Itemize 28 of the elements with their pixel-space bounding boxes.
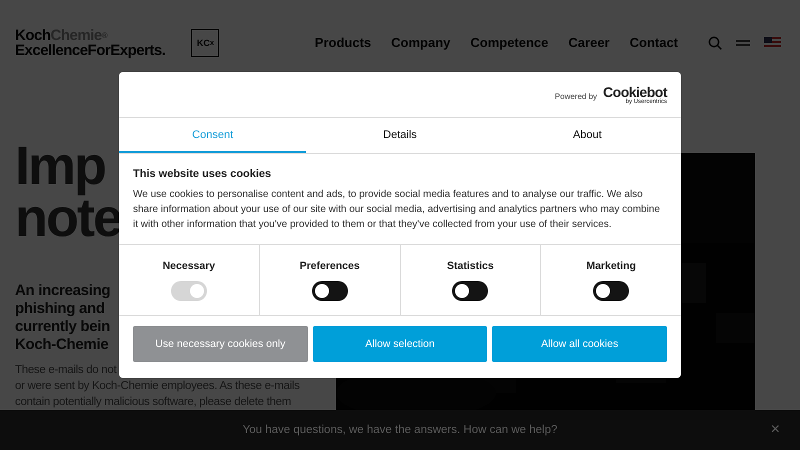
powered-by-label: Powered by bbox=[554, 92, 598, 101]
dialog-tab[interactable]: Details bbox=[306, 118, 494, 153]
nav-link[interactable]: Products bbox=[314, 35, 372, 50]
dialog-text: We use cookies to personalise content and ads, to provide social media features and to analyse our traffic. We also share information about your use of our site with our social media, advertising and analytics partners who may combine it with other information that you've provided to them or that they've collected from your use of their services. bbox=[133, 188, 661, 232]
toggle-switch[interactable] bbox=[452, 280, 488, 300]
close-button[interactable]: × bbox=[764, 420, 786, 440]
page-heading: Imp note bbox=[15, 140, 121, 244]
nav-link[interactable]: Competence bbox=[470, 35, 548, 50]
dialog-tab[interactable]: About bbox=[494, 118, 681, 153]
toggle-switch[interactable] bbox=[593, 280, 630, 300]
category-label: Statistics bbox=[447, 260, 494, 272]
help-bar[interactable]: You have questions, we have the answers. How can we help? × bbox=[0, 410, 800, 450]
dialog-title: This website uses cookies bbox=[133, 168, 272, 180]
dialog-tab[interactable]: Consent bbox=[119, 118, 306, 153]
toggle-switch[interactable] bbox=[312, 280, 348, 300]
category-label: Necessary bbox=[162, 260, 216, 272]
category-label: Marketing bbox=[586, 260, 636, 272]
allow-button[interactable]: Allow all cookies bbox=[492, 326, 668, 362]
category-label: Preferences bbox=[300, 260, 360, 272]
provider-logo: Cookiebot bbox=[603, 84, 667, 98]
nav-link[interactable]: Career bbox=[568, 35, 610, 50]
necessary-only-button[interactable]: Use necessary cookies only bbox=[133, 326, 308, 362]
nav-link[interactable]: Contact bbox=[630, 35, 678, 50]
brand-tagline: ExcellenceForExperts. bbox=[15, 42, 166, 58]
nav-link[interactable]: Company bbox=[391, 35, 450, 50]
help-text: You have questions, we have the answers. How can we help? bbox=[242, 424, 558, 436]
allow-button[interactable]: Allow selection bbox=[312, 326, 488, 362]
page-subheading: An increasing phishing and currently bein Koch-Chemie bbox=[15, 282, 110, 354]
